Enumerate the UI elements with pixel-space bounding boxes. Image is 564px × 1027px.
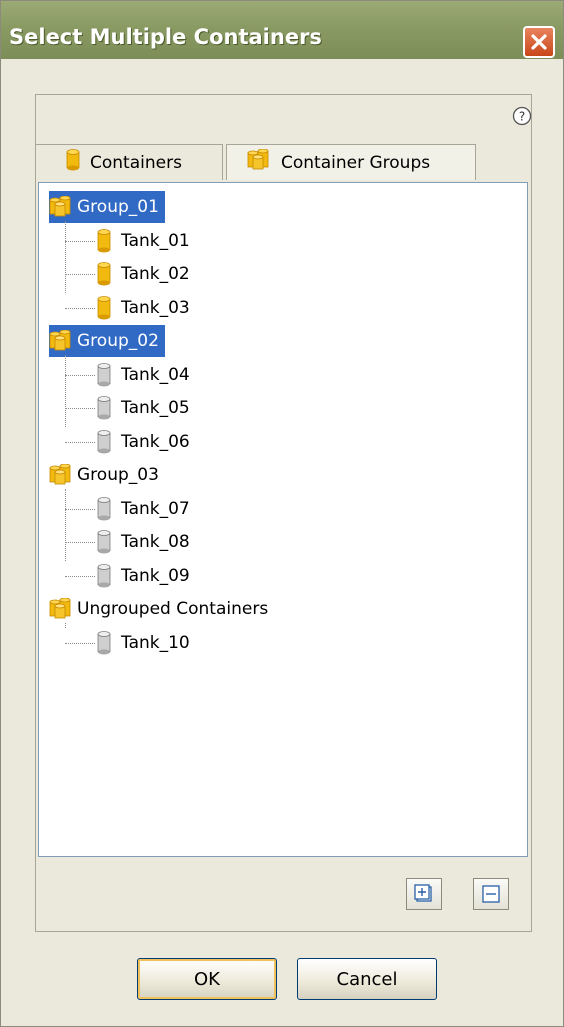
tree-connector <box>65 642 95 644</box>
tree-item-tank_08[interactable]: Tank_08 <box>97 526 194 558</box>
cancel-button[interactable]: Cancel <box>297 958 437 1000</box>
tree-group-label: Group_03 <box>77 465 159 485</box>
tank-icon <box>97 496 111 520</box>
collapse-all-icon <box>482 885 500 903</box>
tree-item-tank_10[interactable]: Tank_10 <box>97 627 194 659</box>
svg-text:?: ? <box>519 110 525 124</box>
tree-item-label: Tank_06 <box>121 431 190 452</box>
expand-all-icon <box>414 884 432 902</box>
tree-group-1[interactable]: Group_01 <box>49 191 165 223</box>
tree-connector <box>65 355 66 427</box>
tab-container-groups-label: Container Groups <box>281 152 431 173</box>
container-panel: ? Containers Container Groups Group_01 T… <box>35 94 532 932</box>
tree-group-label: Ungrouped Containers <box>77 599 269 619</box>
close-button[interactable] <box>523 26 555 58</box>
group-icon <box>49 464 71 485</box>
tree-item-label: Tank_01 <box>121 230 190 251</box>
tree-connector <box>65 408 95 409</box>
tree-group-label: Group_02 <box>77 331 159 351</box>
collapse-all-button[interactable] <box>473 878 509 910</box>
tab-containers-label: Containers <box>90 152 182 173</box>
tree-connector <box>65 441 95 443</box>
tree-item-tank_05[interactable]: Tank_05 <box>97 392 194 424</box>
group-icon <box>49 196 71 217</box>
tree-connector <box>65 307 95 309</box>
tree-item-label: Tank_02 <box>121 264 190 284</box>
tree-group-2[interactable]: Group_02 <box>49 325 165 357</box>
tree-connector <box>65 489 66 561</box>
title-bar[interactable]: Select Multiple Containers <box>1 1 563 59</box>
tree-connector <box>65 575 95 577</box>
window-title: Select Multiple Containers <box>9 25 322 49</box>
tree-item-label: Tank_10 <box>121 632 190 653</box>
group-icon <box>247 148 271 176</box>
tree-item-label: Tank_04 <box>121 364 190 385</box>
tree-item-label: Tank_08 <box>121 532 190 552</box>
tab-container-groups[interactable]: Container Groups <box>226 144 476 180</box>
tree-item-tank_09[interactable]: Tank_09 <box>97 560 194 592</box>
tree-item-tank_01[interactable]: Tank_01 <box>97 225 194 257</box>
tree-connector <box>65 623 66 628</box>
tree-connector <box>65 274 95 275</box>
group-icon <box>49 330 71 351</box>
tank-icon <box>97 262 111 286</box>
tree-item-tank_06[interactable]: Tank_06 <box>97 426 194 458</box>
tree-item-tank_03[interactable]: Tank_03 <box>97 292 194 324</box>
tank-icon <box>97 228 111 252</box>
tank-icon <box>97 295 111 319</box>
tree-group-3[interactable]: Group_03 <box>49 459 163 491</box>
tree-item-label: Tank_07 <box>121 498 190 519</box>
tree-item-tank_07[interactable]: Tank_07 <box>97 493 194 525</box>
tree-group-label: Group_01 <box>77 197 159 217</box>
dialog-window: Select Multiple Containers ? Containers … <box>0 0 564 1027</box>
expand-all-button[interactable] <box>406 878 442 910</box>
tree-item-label: Tank_03 <box>121 297 190 318</box>
tree-connector <box>65 508 95 510</box>
ok-button[interactable]: OK <box>137 958 277 1000</box>
tree-item-label: Tank_09 <box>121 565 190 586</box>
tree-item-tank_02[interactable]: Tank_02 <box>97 258 194 290</box>
help-icon[interactable]: ? <box>512 106 532 126</box>
tank-icon <box>97 396 111 420</box>
tank-icon <box>97 630 111 654</box>
tank-icon <box>97 362 111 386</box>
group-icon <box>49 598 71 619</box>
tree-item-label: Tank_05 <box>121 398 190 418</box>
tree-connector <box>65 374 95 376</box>
tank-icon <box>97 563 111 587</box>
tree-group-4[interactable]: Ungrouped Containers <box>49 593 272 625</box>
tank-icon <box>97 429 111 453</box>
close-icon <box>531 34 547 50</box>
tab-containers[interactable]: Containers <box>35 144 223 180</box>
tree-connector <box>65 240 95 242</box>
tank-icon <box>97 530 111 554</box>
cylinder-icon <box>66 149 80 176</box>
container-tree[interactable]: Group_01 Tank_01 Tank_02 Tank_03 Group_02 Tan… <box>38 182 528 857</box>
tree-connector <box>65 221 66 293</box>
tree-connector <box>65 542 95 543</box>
tree-item-tank_04[interactable]: Tank_04 <box>97 359 194 391</box>
